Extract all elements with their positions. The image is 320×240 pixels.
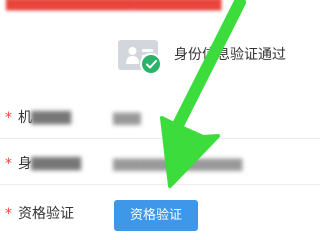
check-circle-icon (140, 53, 162, 75)
blurred-label: ▇▇▇▇▇ (31, 156, 81, 171)
required-asterisk: * (5, 206, 12, 222)
obscured-field-label: 身 (18, 156, 32, 172)
card-line (142, 49, 153, 52)
blurred-value: ▇▇▇▇▇▇▇▇▇▇▇▇▇▇ (113, 157, 243, 171)
checkmark-icon (145, 59, 157, 68)
verification-status-text: 身份信息验证通过 (174, 47, 286, 63)
blurred-label: ▇▇▇▇ (31, 110, 71, 125)
form-row-name: * 机 ▇▇▇▇ ▇▇▇ (0, 97, 320, 139)
avatar-silhouette-icon (126, 47, 139, 64)
qualification-verify-button[interactable]: 资格验证 (114, 200, 198, 231)
row-divider (0, 184, 320, 185)
obscured-notice-text: ▆▆▆▆▆▆▆▆▆▆▆▆▆▆▆▆▆▆▆▆ (6, 0, 222, 11)
form-row-id: * 身 ▇▇▇▇▇ ▇▇▇▇▇▇▇▇▇▇▇▇▇▇ (0, 143, 320, 185)
blurred-value: ▇▇▇ (113, 111, 141, 125)
row-divider (0, 138, 320, 139)
required-asterisk: * (5, 156, 12, 172)
obscured-field-label: 机 (18, 110, 32, 126)
top-notice: ▆▆▆▆▆▆▆▆▆▆▆▆▆▆▆▆▆▆▆▆ (0, 0, 320, 15)
qualification-label: 资格验证 (18, 206, 74, 222)
required-asterisk: * (5, 110, 12, 126)
